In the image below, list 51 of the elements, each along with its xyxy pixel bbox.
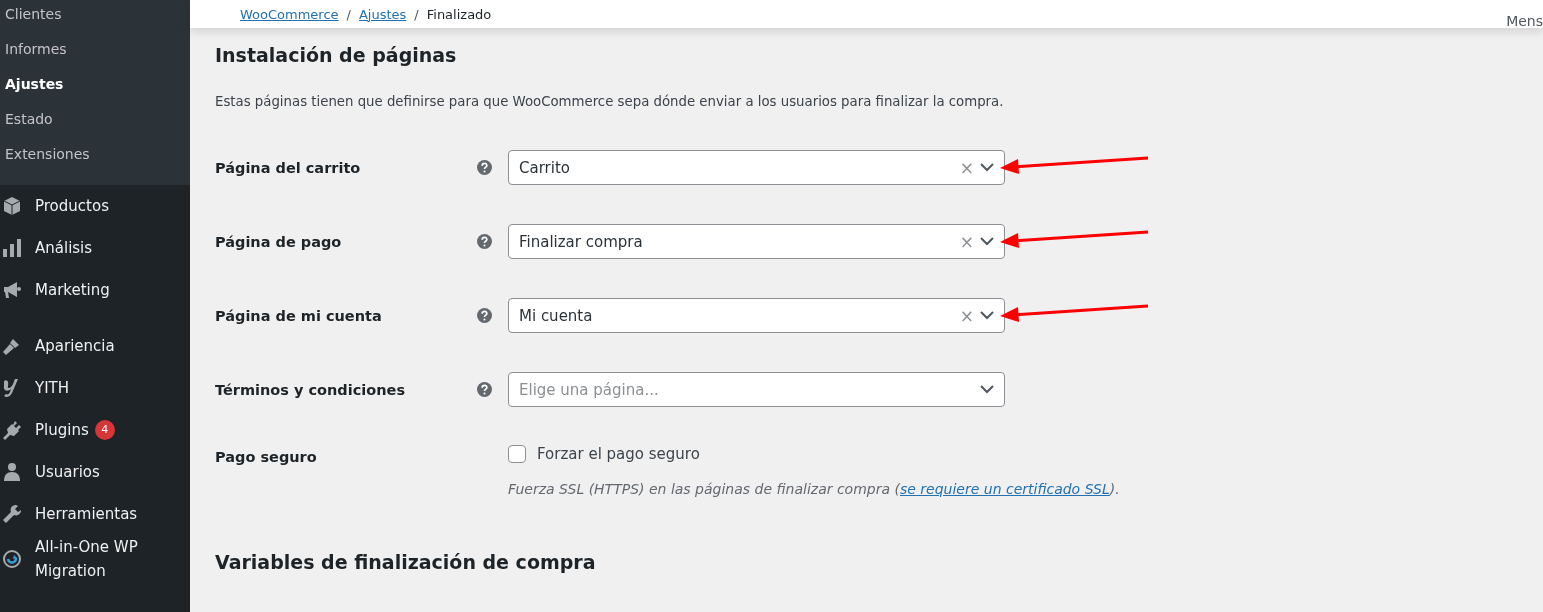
submenu-item[interactable]: Extensiones [0, 140, 190, 175]
page-select-dropdown[interactable]: Carrito × [508, 150, 1005, 185]
menu-item[interactable]: All-in-One WP Migration [0, 535, 190, 583]
help-icon[interactable] [477, 234, 492, 249]
section-heading: Instalación de páginas [215, 44, 458, 66]
menu-item[interactable]: Usuarios [0, 451, 190, 493]
page-select-dropdown[interactable]: Finalizar compra × [508, 224, 1005, 259]
menu-item[interactable]: YITH [0, 367, 190, 409]
help-icon[interactable] [477, 382, 492, 397]
chevron-down-icon [980, 163, 994, 172]
breadcrumb-current: Finalizado [426, 6, 492, 22]
update-count-badge: 4 [94, 420, 115, 440]
field-label: Términos y condiciones [215, 381, 407, 398]
chevron-down-icon [980, 385, 994, 394]
menu-item[interactable]: Plugins 4 [0, 409, 190, 451]
submenu-item[interactable]: Informes [0, 35, 190, 70]
chevron-down-icon [980, 237, 994, 246]
submenu-item[interactable]: Ajustes [0, 70, 190, 105]
menu-item[interactable]: Productos [0, 185, 190, 227]
submenu-item[interactable]: Clientes [0, 0, 190, 35]
page-select-dropdown[interactable]: Mi cuenta × [508, 298, 1005, 333]
section-description: Estas páginas tienen que definirse para que WooCommerce sepa dónde enviar a los usuarios para finalizar la compra. [215, 94, 1005, 109]
script-letter-icon [2, 378, 20, 398]
help-link[interactable]: se requiere un certificado SSL [899, 481, 1110, 497]
help-icon[interactable] [477, 160, 492, 175]
header-link[interactable]: Mens [1506, 0, 1543, 29]
checkbox[interactable] [508, 445, 526, 463]
field-label: Página del carrito [215, 159, 362, 176]
help-text: Fuerza SSL (HTTPS) en las páginas de finalizar compra (se requiere un certificado SSL). [508, 481, 1120, 497]
user-icon [2, 462, 22, 482]
submenu-item[interactable]: Estado [0, 105, 190, 140]
field-label: Página de pago [215, 233, 343, 250]
help-icon[interactable] [477, 308, 492, 323]
bar-chart-icon [2, 239, 22, 257]
field-label: Página de mi cuenta [215, 307, 383, 324]
menu-item[interactable]: Apariencia [0, 325, 190, 367]
megaphone-icon [2, 280, 22, 300]
chevron-down-icon [980, 311, 994, 320]
breadcrumb-separator: / [414, 6, 419, 22]
breadcrumb-link[interactable]: Ajustes [358, 6, 407, 22]
menu-item[interactable]: Marketing [0, 269, 190, 311]
field-label: Pago seguro [215, 448, 318, 465]
checkbox-label: Forzar el pago seguro [537, 445, 700, 463]
wrench-icon [2, 504, 22, 524]
plug-icon [2, 420, 22, 440]
breadcrumb-separator: / [346, 6, 351, 22]
paintbrush-icon [2, 336, 22, 356]
section-heading: Variables de finalización de compra [215, 551, 597, 573]
menu-item[interactable]: Análisis [0, 227, 190, 269]
menu-item[interactable]: Herramientas [0, 493, 190, 535]
breadcrumb-link[interactable]: WooCommerce [240, 6, 339, 22]
